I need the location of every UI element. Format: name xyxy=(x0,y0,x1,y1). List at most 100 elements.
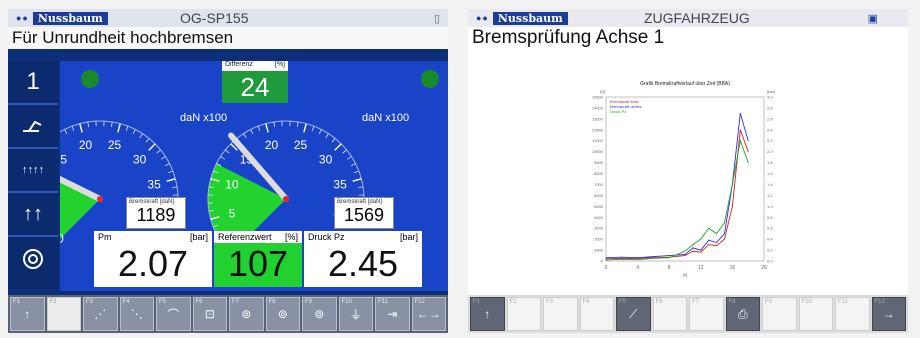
fkey-up[interactable]: F1 ↑ xyxy=(10,297,45,331)
axle-split-icon: ⋰ xyxy=(94,307,107,321)
y2-tick-label: 1.0 xyxy=(767,204,773,209)
series-point xyxy=(716,245,718,247)
gauge-tick xyxy=(117,123,121,133)
pm-value: 2.07 xyxy=(117,243,189,284)
fkey-print[interactable]: F8 ⎙ xyxy=(725,297,760,331)
series-point xyxy=(637,259,639,261)
fkey-measure[interactable]: F6 ⊡ xyxy=(192,297,227,331)
gauge-tick xyxy=(125,126,129,131)
series-point xyxy=(652,256,654,258)
gauge-tick-label: 30 xyxy=(133,152,147,166)
reference-panel: Referenzwert [%] 107 xyxy=(214,231,302,287)
gauge-tick-label: 0 xyxy=(60,232,64,246)
sidebar-item-gear[interactable]: 1 xyxy=(8,61,58,105)
fkey-6[interactable]: F6 xyxy=(652,297,687,331)
series-point xyxy=(724,233,725,235)
left-brake-reading: Bremskraft [daN] 1189 xyxy=(126,197,186,229)
gauge-tick xyxy=(334,143,342,151)
series-point xyxy=(708,239,710,241)
save-icon[interactable]: ▣ xyxy=(868,12,878,25)
sidebar-item-lift[interactable]: ↑↑ xyxy=(8,193,58,237)
series-point xyxy=(700,249,702,251)
gauge-tick xyxy=(331,138,336,143)
fkey-chart[interactable]: F5 ⟋ xyxy=(616,297,651,331)
fkey-10[interactable]: F10 xyxy=(798,297,833,331)
fkey-brake-3[interactable]: F9 ⊚ xyxy=(302,297,337,331)
y2-tick-label: 3.0 xyxy=(767,95,773,100)
fkey-3[interactable]: F3 xyxy=(543,297,578,331)
function-key-bar: F1 ↑ F2 F3 F4 F5 ⟋ F6 F7 F8 ⎙ F9 F10 F11 F1… xyxy=(468,295,908,333)
chart-icon: ⟋ xyxy=(629,306,638,321)
brand-logo: ●● Nussbaum xyxy=(16,11,108,25)
chart-svg: Grafik Bremskraftverlauf über Zeit (BBA)… xyxy=(592,81,775,277)
gauge-tick-label: 20 xyxy=(79,138,93,152)
difference-box: Differenz [%] 24 xyxy=(222,61,288,103)
y-tick-label: 1000 xyxy=(594,248,604,253)
fkey-brake-2[interactable]: F8 ⊚ xyxy=(265,297,300,331)
fkey-4[interactable]: F4 xyxy=(579,297,614,331)
y2-tick-label: 0.6 xyxy=(767,226,773,231)
fkey-ramp[interactable]: F5 ⌒ xyxy=(156,297,191,331)
fkey-next[interactable]: F11 ⇥ xyxy=(375,297,410,331)
gauge-tick xyxy=(243,133,247,138)
y2-tick-label: 0.2 xyxy=(767,248,773,253)
series-line xyxy=(605,129,749,260)
gauge-tick xyxy=(220,156,225,160)
gauge-tick-label: 5 xyxy=(229,206,236,220)
difference-value: 24 xyxy=(222,71,288,103)
fkey-7[interactable]: F7 xyxy=(689,297,724,331)
x-axis-label: [s] xyxy=(683,272,687,277)
spiral-icon xyxy=(23,249,43,269)
y-tick-label: 4000 xyxy=(594,215,604,220)
fkey-empty[interactable]: F2 xyxy=(46,297,81,331)
gauge-tick xyxy=(352,178,362,182)
y-tick-label: 7000 xyxy=(594,182,604,187)
series-point xyxy=(739,129,741,131)
series-point xyxy=(692,247,694,249)
gauge-tick xyxy=(164,163,170,167)
y-tick-label: 12000 xyxy=(592,127,604,132)
gauge-tick-label: 10 xyxy=(225,178,239,192)
series-point xyxy=(724,222,725,224)
fkey-hand[interactable]: F10 ⏚ xyxy=(338,297,373,331)
gauge-tick xyxy=(354,170,359,174)
series-point xyxy=(621,257,623,259)
series-point xyxy=(684,255,686,257)
y2-tick-label: 0.8 xyxy=(767,215,773,220)
gauge-tick-label: 15 xyxy=(60,152,67,166)
series-point xyxy=(605,258,607,260)
fkey-nav[interactable]: F12 ←→ xyxy=(411,297,446,331)
fkey-axle-split[interactable]: F3 ⋰ xyxy=(83,297,118,331)
page-title: Bremsprüfung Achse 1 xyxy=(468,27,908,49)
series-point xyxy=(637,258,639,260)
y2-tick-label: 1.4 xyxy=(767,182,773,187)
series-point xyxy=(731,183,733,185)
fkey-brake-1[interactable]: F7 ⊚ xyxy=(229,297,264,331)
gauge-tick xyxy=(318,129,322,135)
fkey-2[interactable]: F2 xyxy=(506,297,541,331)
y2-tick-label: 2.0 xyxy=(767,149,773,154)
status-led-right xyxy=(421,70,439,88)
fkey-axle-join[interactable]: F4 ⋱ xyxy=(119,297,154,331)
fkey-up[interactable]: F1 ↑ xyxy=(470,297,505,331)
legend-entry: Druck Pz xyxy=(610,109,626,114)
gauge-tick xyxy=(132,129,136,135)
fkey-next[interactable]: F12 → xyxy=(871,297,906,331)
chart-title: Grafik Bremskraftverlauf über Zeit (BBA) xyxy=(640,81,730,87)
gauge-unit-label: daN x100 xyxy=(362,112,409,124)
gauge-unit-label: daN x100 xyxy=(180,112,227,124)
y-tick-label: 15000 xyxy=(592,95,604,100)
device-title: OG-SP155 xyxy=(180,10,249,26)
y2-tick-label: 2.8 xyxy=(767,105,773,110)
sidebar-item-spiral[interactable] xyxy=(8,237,58,281)
sidebar-item-axle[interactable]: ↑↑↑↑ xyxy=(8,149,58,193)
series-point xyxy=(668,257,670,259)
y2-tick-label: 0.0 xyxy=(767,259,773,264)
fkey-9[interactable]: F9 xyxy=(762,297,797,331)
gauge-tick-label: 35 xyxy=(147,178,161,192)
pm-panel: Pm [bar] 2.07 xyxy=(94,231,212,287)
sidebar-item-brake[interactable] xyxy=(8,105,58,149)
fkey-11[interactable]: F11 xyxy=(835,297,870,331)
series-point xyxy=(700,238,702,240)
series-point xyxy=(747,162,749,164)
